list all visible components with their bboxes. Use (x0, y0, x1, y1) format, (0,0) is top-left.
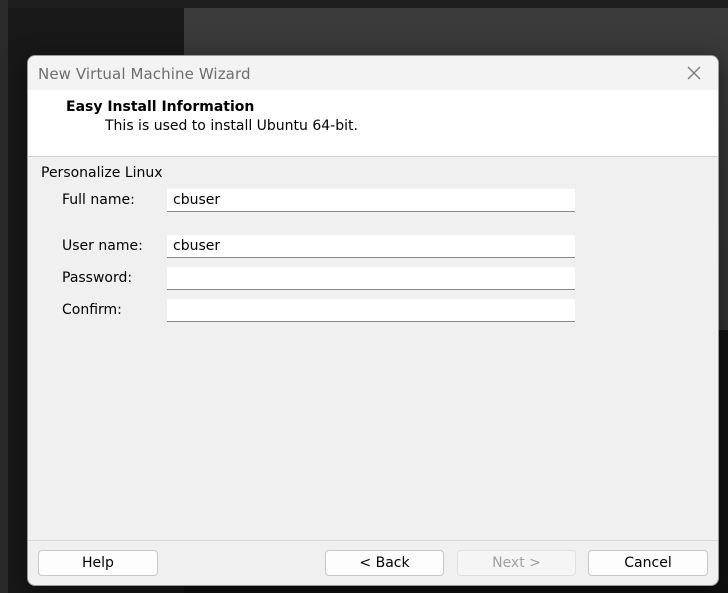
wizard-header: Easy Install Information This is used to… (28, 90, 718, 157)
desktop-top-strip (8, 0, 728, 8)
next-button[interactable]: Next > (457, 550, 576, 576)
help-button[interactable]: Help (38, 550, 158, 576)
user-name-input[interactable] (167, 235, 575, 258)
section-label: Personalize Linux (41, 165, 163, 181)
footer-divider (28, 540, 718, 541)
back-button[interactable]: < Back (325, 550, 444, 576)
wizard-dialog: New Virtual Machine Wizard Easy Install … (27, 55, 719, 586)
window-title: New Virtual Machine Wizard (38, 65, 251, 83)
password-label: Password: (62, 270, 133, 286)
desktop-bottom-shadow (184, 585, 728, 593)
close-icon[interactable] (684, 63, 704, 83)
full-name-label: Full name: (62, 192, 135, 208)
page-title: Easy Install Information (66, 99, 255, 115)
user-name-label: User name: (62, 238, 143, 254)
page-subtitle: This is used to install Ubuntu 64-bit. (105, 118, 358, 134)
confirm-label: Confirm: (62, 302, 122, 318)
title-bar: New Virtual Machine Wizard (28, 56, 718, 90)
cancel-button[interactable]: Cancel (588, 550, 708, 576)
desktop-left-edge (0, 0, 8, 593)
full-name-input[interactable] (167, 189, 575, 212)
password-input[interactable] (167, 267, 575, 290)
confirm-password-input[interactable] (167, 299, 575, 322)
